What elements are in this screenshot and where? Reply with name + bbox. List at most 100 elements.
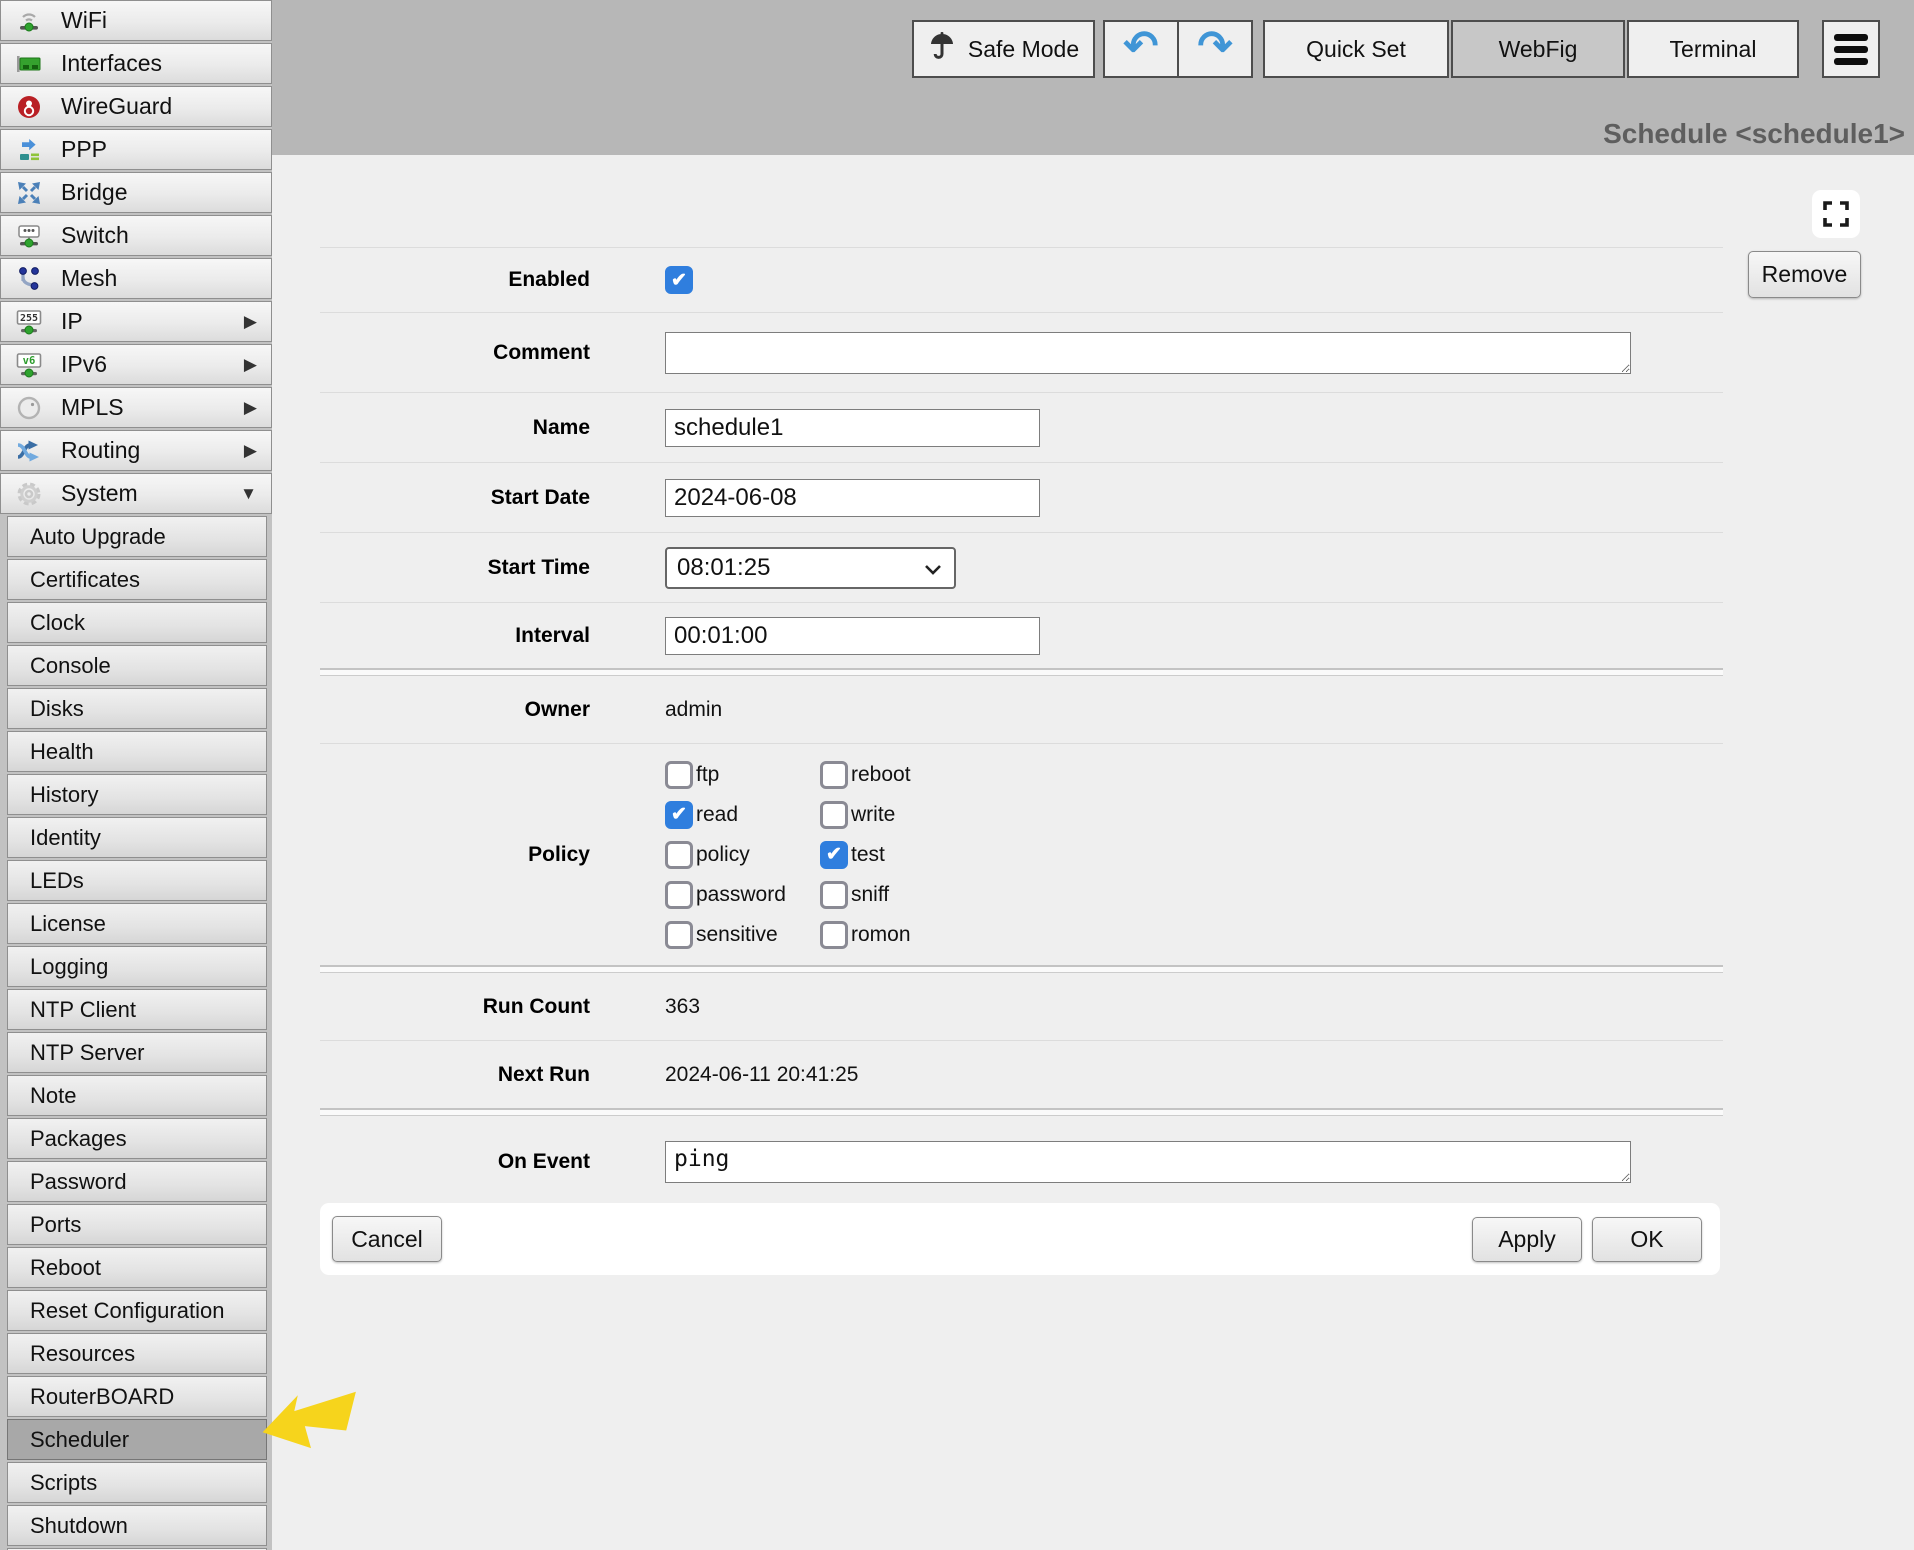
sidebar-item-shutdown[interactable]: Shutdown	[7, 1505, 267, 1546]
safe-mode-button[interactable]: Safe Mode	[912, 20, 1095, 78]
checkbox-icon[interactable]	[820, 881, 848, 909]
checkbox-icon[interactable]	[820, 921, 848, 949]
submenu-label: Console	[30, 653, 111, 679]
policy-checkbox-password[interactable]: password	[665, 881, 820, 909]
checkbox-icon[interactable]	[665, 761, 693, 789]
mesh-icon	[12, 264, 46, 294]
sidebar-item-packages[interactable]: Packages	[7, 1118, 267, 1159]
webfig-tab[interactable]: WebFig	[1451, 20, 1625, 78]
sidebar-item-ip[interactable]: 255 IP	[0, 301, 272, 342]
sidebar-item-leds[interactable]: LEDs	[7, 860, 267, 901]
checkbox-icon[interactable]	[665, 841, 693, 869]
sidebar-item-ports[interactable]: Ports	[7, 1204, 267, 1245]
policy-option-label: sniff	[851, 883, 889, 907]
sidebar-item-interfaces[interactable]: Interfaces	[0, 43, 272, 84]
submenu-label: Ports	[30, 1212, 81, 1238]
sidebar-item-resources[interactable]: Resources	[7, 1333, 267, 1374]
fullscreen-button[interactable]	[1812, 190, 1860, 238]
sidebar-item-scripts[interactable]: Scripts	[7, 1462, 267, 1503]
sidebar-item-history[interactable]: History	[7, 774, 267, 815]
policy-checkbox-sensitive[interactable]: sensitive	[665, 921, 820, 949]
submenu-label: Scripts	[30, 1470, 97, 1496]
sidebar-item-wireguard[interactable]: WireGuard	[0, 86, 272, 127]
terminal-label: Terminal	[1670, 36, 1757, 63]
policy-checkbox-reboot[interactable]: reboot	[820, 761, 975, 789]
checkbox-icon[interactable]	[820, 761, 848, 789]
sidebar-item-health[interactable]: Health	[7, 731, 267, 772]
sidebar-item-bridge[interactable]: Bridge	[0, 172, 272, 213]
sidebar-item-clock[interactable]: Clock	[7, 602, 267, 643]
policy-checkbox-policy[interactable]: policy	[665, 841, 820, 869]
sidebar-item-auto-upgrade[interactable]: Auto Upgrade	[7, 516, 267, 557]
policy-option-label: policy	[696, 843, 750, 867]
cancel-button[interactable]: Cancel	[332, 1216, 442, 1262]
action-button-strip: Cancel Apply OK	[320, 1203, 1720, 1275]
sidebar-item-wifi[interactable]: WiFi	[0, 0, 272, 41]
submenu-label: License	[30, 911, 106, 937]
sidebar-item-routing[interactable]: Routing	[0, 430, 272, 471]
redo-button[interactable]: ↷	[1177, 20, 1253, 78]
sidebar-item-switch[interactable]: Switch	[0, 215, 272, 256]
interval-input[interactable]	[665, 617, 1040, 655]
sidebar-item-reboot[interactable]: Reboot	[7, 1247, 267, 1288]
checkbox-icon[interactable]	[665, 921, 693, 949]
next-run-label: Next Run	[320, 1063, 590, 1087]
sidebar-item-mesh[interactable]: Mesh	[0, 258, 272, 299]
comment-input[interactable]	[665, 332, 1631, 374]
sidebar-item-label: Routing	[61, 437, 140, 464]
sidebar-item-certificates[interactable]: Certificates	[7, 559, 267, 600]
name-input[interactable]	[665, 409, 1040, 447]
submenu-label: Reset Configuration	[30, 1298, 224, 1324]
policy-checkbox-sniff[interactable]: sniff	[820, 881, 975, 909]
submenu-label: Reboot	[30, 1255, 101, 1281]
cancel-label: Cancel	[351, 1226, 423, 1253]
on-event-input[interactable]: ping	[665, 1141, 1631, 1183]
wifi-icon	[12, 6, 46, 36]
sidebar-item-ntp-server[interactable]: NTP Server	[7, 1032, 267, 1073]
policy-checkbox-test[interactable]: test	[820, 841, 975, 869]
sidebar-item-identity[interactable]: Identity	[7, 817, 267, 858]
chevron-right-icon	[244, 345, 257, 384]
submenu-label: Password	[30, 1169, 127, 1195]
enabled-checkbox[interactable]	[665, 266, 693, 294]
start-time-select[interactable]: 08:01:25	[665, 547, 956, 589]
ok-button[interactable]: OK	[1592, 1217, 1702, 1262]
submenu-label: RouterBOARD	[30, 1384, 174, 1410]
sidebar-item-system[interactable]: System	[0, 473, 272, 514]
start-date-row: Start Date	[320, 462, 1723, 532]
terminal-tab[interactable]: Terminal	[1627, 20, 1799, 78]
remove-button[interactable]: Remove	[1748, 251, 1861, 298]
sidebar-item-note[interactable]: Note	[7, 1075, 267, 1116]
sidebar-item-ntp-client[interactable]: NTP Client	[7, 989, 267, 1030]
checkbox-icon[interactable]	[820, 841, 848, 869]
undo-button[interactable]: ↶	[1103, 20, 1179, 78]
apply-button[interactable]: Apply	[1472, 1217, 1582, 1262]
owner-row: Owner admin	[320, 676, 1723, 743]
sidebar-item-label: WireGuard	[61, 93, 172, 120]
policy-checkbox-romon[interactable]: romon	[820, 921, 975, 949]
next-run-value: 2024-06-11 20:41:25	[665, 1063, 858, 1087]
sidebar-item-reset-configuration[interactable]: Reset Configuration	[7, 1290, 267, 1331]
sidebar-item-ppp[interactable]: PPP	[0, 129, 272, 170]
checkbox-icon[interactable]	[665, 881, 693, 909]
policy-checkbox-read[interactable]: read	[665, 801, 820, 829]
checkbox-icon[interactable]	[665, 801, 693, 829]
checkbox-icon[interactable]	[820, 801, 848, 829]
webfig-label: WebFig	[1499, 36, 1578, 63]
sidebar-item-routerboard[interactable]: RouterBOARD	[7, 1376, 267, 1417]
hamburger-menu-button[interactable]	[1822, 20, 1880, 78]
sidebar-item-scheduler[interactable]: Scheduler	[7, 1419, 267, 1460]
sidebar-item-license[interactable]: License	[7, 903, 267, 944]
start-date-input[interactable]	[665, 479, 1040, 517]
sidebar-item-ipv6[interactable]: v6 IPv6	[0, 344, 272, 385]
sidebar-item-console[interactable]: Console	[7, 645, 267, 686]
quick-set-button[interactable]: Quick Set	[1263, 20, 1449, 78]
submenu-label: Disks	[30, 696, 84, 722]
submenu-label: Clock	[30, 610, 85, 636]
sidebar-item-disks[interactable]: Disks	[7, 688, 267, 729]
policy-checkbox-ftp[interactable]: ftp	[665, 761, 820, 789]
sidebar-item-logging[interactable]: Logging	[7, 946, 267, 987]
policy-checkbox-write[interactable]: write	[820, 801, 975, 829]
sidebar-item-password[interactable]: Password	[7, 1161, 267, 1202]
sidebar-item-mpls[interactable]: MPLS	[0, 387, 272, 428]
